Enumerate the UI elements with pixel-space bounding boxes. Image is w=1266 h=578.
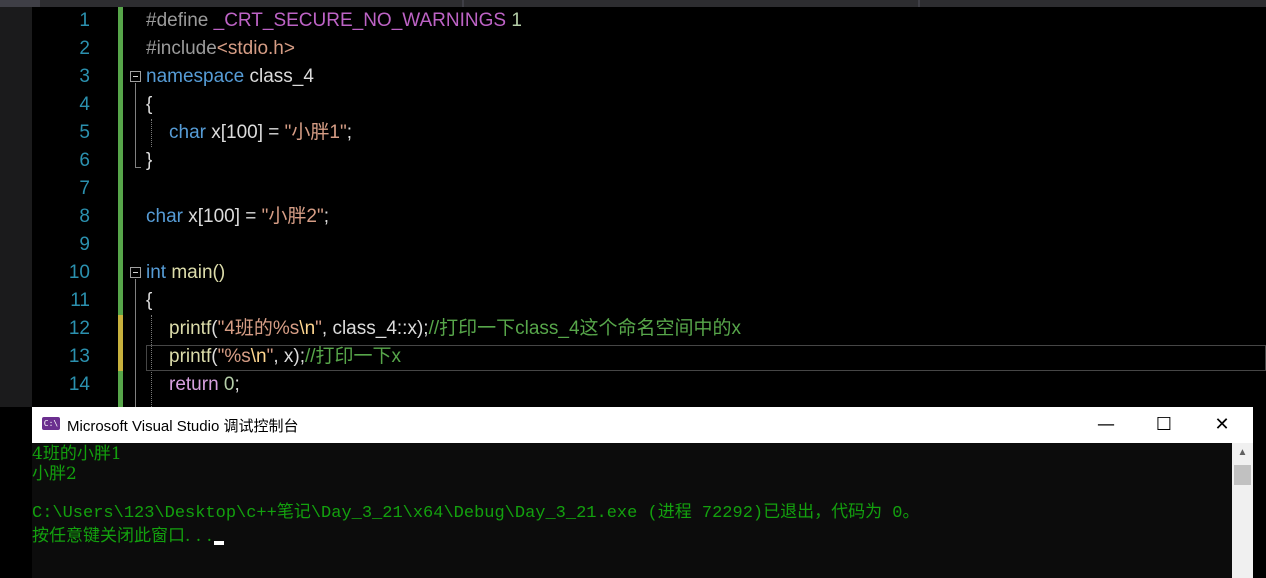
string-literal: "4班的%s	[217, 318, 300, 339]
line-number: 14	[68, 374, 90, 395]
unsaved-change-bar	[118, 315, 123, 371]
keyword: namespace	[146, 66, 245, 87]
code-line-12[interactable]: printf("4班的%s\n", class_4::x);//打印一下clas…	[169, 315, 741, 343]
call-arguments: , class_4::x);	[321, 318, 429, 339]
preprocessor-directive: #define	[146, 10, 209, 31]
line-number: 12	[68, 318, 90, 339]
code-line-1[interactable]: #define _CRT_SECURE_NO_WARNINGS 1	[146, 7, 522, 35]
console-line-prompt: 按任意键关闭此窗口. . .	[32, 526, 225, 546]
code-line-11[interactable]: {	[146, 287, 152, 315]
code-editor[interactable]: 1 2 3 4 5 6 7 8 9 10 11 12 13 14 #define…	[0, 7, 1266, 407]
code-line-6[interactable]: }	[146, 147, 152, 175]
code-line-3[interactable]: namespace class_4	[146, 63, 314, 91]
line-number: 8	[79, 206, 90, 227]
tab-divider	[462, 0, 464, 7]
type-keyword: char	[146, 206, 183, 227]
line-number: 13	[68, 346, 90, 367]
call-arguments: , x);	[273, 346, 305, 367]
console-line: 4班的小胖1	[32, 444, 122, 464]
console-line: C:\Users\123\Desktop\c++笔记\Day_3_21\x64\…	[32, 504, 920, 523]
console-titlebar[interactable]: C:\ Microsoft Visual Studio 调试控制台 — ☐ ✕	[32, 407, 1253, 443]
string-literal: "	[315, 318, 322, 339]
string-literal: "小胖2"	[261, 206, 324, 227]
semicolon: ;	[234, 374, 240, 395]
console-line: 小胖2	[32, 464, 77, 484]
console-line: 按任意键关闭此窗口. . .	[32, 526, 213, 546]
editor-background-edge	[1253, 407, 1266, 578]
minimize-button[interactable]: —	[1077, 407, 1135, 443]
code-line-13[interactable]: printf("%s\n", x);//打印一下x	[169, 343, 401, 371]
type-keyword: int	[146, 262, 167, 283]
function-call: printf	[169, 346, 212, 367]
line-number: 6	[79, 150, 90, 171]
semicolon: ;	[346, 122, 353, 143]
line-number: 4	[79, 94, 90, 115]
scroll-up-icon[interactable]: ▲	[1232, 443, 1253, 463]
escape-sequence: \n	[299, 318, 316, 339]
number-literal: 0	[223, 374, 235, 395]
namespace-name: class_4	[249, 66, 314, 87]
macro-name: _CRT_SECURE_NO_WARNINGS	[213, 10, 507, 31]
preprocessor-directive: #include	[146, 38, 217, 59]
operator: =	[240, 206, 262, 227]
semicolon: ;	[323, 206, 330, 227]
return-keyword: return	[169, 374, 219, 395]
fold-line	[135, 83, 136, 167]
debug-console-window[interactable]: C:\ Microsoft Visual Studio 调试控制台 — ☐ ✕ …	[32, 407, 1253, 578]
function-call: printf	[169, 318, 212, 339]
tab-divider	[918, 0, 920, 7]
line-number: 11	[70, 290, 90, 311]
indent-guide	[151, 119, 152, 147]
string-literal: "小胖1"	[284, 122, 347, 143]
code-line-2[interactable]: #include<stdio.h>	[146, 35, 295, 63]
tab-strip	[0, 0, 1266, 7]
code-line-8[interactable]: char x[100] = "小胖2";	[146, 203, 329, 231]
declarator: x[100]	[188, 206, 241, 227]
console-output[interactable]: 4班的小胖1 小胖2 C:\Users\123\Desktop\c++笔记\Da…	[32, 443, 1232, 578]
fold-end	[135, 167, 141, 168]
collapse-toggle-icon[interactable]	[130, 267, 141, 278]
line-number: 10	[68, 262, 90, 283]
console-scrollbar[interactable]: ▲	[1232, 443, 1253, 578]
scrollbar-thumb[interactable]	[1234, 465, 1251, 485]
escape-sequence: \n	[250, 346, 267, 367]
saved-change-bar	[118, 7, 123, 315]
line-number: 9	[79, 234, 90, 255]
number-literal: 1	[511, 10, 522, 31]
code-line-5[interactable]: char x[100] = "小胖1";	[169, 119, 352, 147]
fold-line	[135, 279, 136, 407]
maximize-button[interactable]: ☐	[1135, 407, 1193, 443]
code-line-10[interactable]: int main()	[146, 259, 225, 287]
line-number: 2	[79, 38, 90, 59]
close-button[interactable]: ✕	[1193, 407, 1251, 443]
comment: //打印一下class_4这个命名空间中的x	[428, 318, 742, 339]
operator: =	[263, 122, 285, 143]
editor-left-margin	[0, 7, 32, 407]
include-header: <stdio.h>	[216, 38, 295, 59]
saved-change-bar	[118, 371, 123, 407]
line-number: 1	[79, 10, 90, 31]
comment: //打印一下x	[305, 346, 402, 367]
line-number: 3	[79, 66, 90, 87]
console-app-icon[interactable]: C:\	[42, 417, 60, 430]
line-number: 5	[79, 122, 90, 143]
declarator: x[100]	[211, 122, 264, 143]
console-title: Microsoft Visual Studio 调试控制台	[67, 418, 299, 435]
code-line-14[interactable]: return 0;	[169, 371, 240, 399]
line-numbers: 1 2 3 4 5 6 7 8 9 10 11 12 13 14	[32, 7, 122, 407]
tab-remnant[interactable]	[0, 0, 40, 7]
string-literal: "%s	[217, 346, 251, 367]
line-number: 7	[79, 178, 90, 199]
type-keyword: char	[169, 122, 206, 143]
collapse-toggle-icon[interactable]	[130, 71, 141, 82]
code-line-4[interactable]: {	[146, 91, 152, 119]
text-cursor	[214, 541, 225, 545]
function-name: main()	[171, 262, 226, 283]
